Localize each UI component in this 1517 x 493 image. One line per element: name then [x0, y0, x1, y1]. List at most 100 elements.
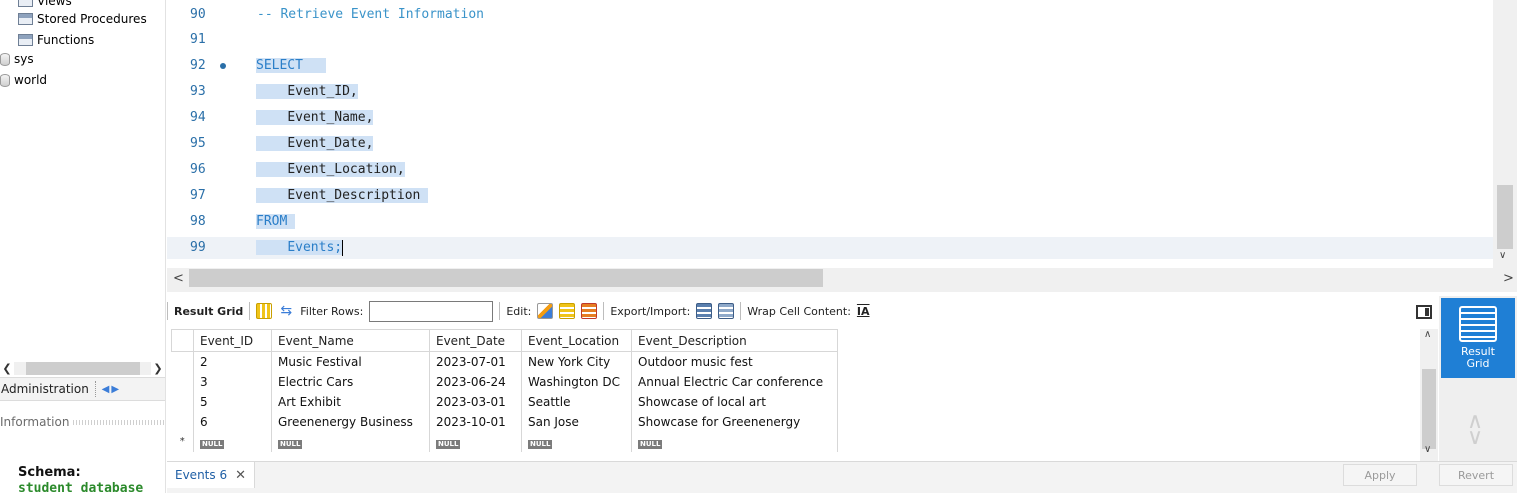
- cell-event-description[interactable]: Showcase of local art: [631, 391, 838, 412]
- cell-null[interactable]: NULL: [521, 431, 632, 452]
- chevron-up-icon[interactable]: ∧: [1424, 329, 1431, 340]
- table-row-new[interactable]: * NULL NULL NULL NULL NULL: [171, 431, 838, 452]
- close-icon[interactable]: ✕: [235, 468, 246, 483]
- scroll-thumb[interactable]: [189, 269, 823, 287]
- cell-event-date[interactable]: 2023-07-01: [429, 351, 522, 372]
- grid-vertical-scrollbar[interactable]: ∧ ∨: [1420, 329, 1438, 461]
- scroll-thumb[interactable]: [1497, 185, 1513, 249]
- edit-pencil-icon[interactable]: [537, 303, 554, 319]
- cell-event-name[interactable]: Music Festival: [271, 351, 430, 372]
- scroll-thumb[interactable]: [1422, 369, 1436, 449]
- revert-button[interactable]: Revert: [1439, 464, 1513, 486]
- arrow-right-icon[interactable]: ▶: [111, 384, 119, 395]
- cell-event-description[interactable]: Outdoor music fest: [631, 351, 838, 372]
- selection-indent: [256, 84, 288, 99]
- toolbar-separator: [499, 302, 501, 320]
- editor-vertical-scrollbar[interactable]: ∨: [1493, 0, 1517, 268]
- add-row-icon[interactable]: [559, 303, 576, 319]
- cell-event-name[interactable]: Electric Cars: [271, 371, 430, 392]
- result-grid-side-button[interactable]: Result Grid: [1441, 298, 1515, 378]
- filter-rows-label: Filter Rows:: [300, 304, 364, 318]
- delete-row-icon[interactable]: [581, 303, 598, 319]
- cell-event-date[interactable]: 2023-06-24: [429, 371, 522, 392]
- cell-event-id[interactable]: 5: [193, 391, 272, 412]
- column-grid-icon[interactable]: [256, 303, 273, 319]
- column-header-event-name[interactable]: Event_Name: [271, 329, 430, 352]
- line-number: 98: [190, 214, 206, 229]
- cell-event-location[interactable]: San Jose: [521, 411, 632, 432]
- wrap-text-icon[interactable]: IA: [857, 305, 870, 318]
- cell-event-id[interactable]: 3: [193, 371, 272, 392]
- tree-item-stored-procedures[interactable]: Stored Procedures: [18, 12, 147, 26]
- tree-item-functions[interactable]: Functions: [18, 33, 94, 47]
- chevron-right-icon[interactable]: >: [1503, 271, 1514, 286]
- chevron-left-icon[interactable]: <: [173, 271, 184, 286]
- cell-event-date[interactable]: 2023-10-01: [429, 411, 522, 432]
- cell-event-id[interactable]: 6: [193, 411, 272, 432]
- row-gutter[interactable]: [171, 371, 194, 392]
- tree-item-views[interactable]: Views: [18, 0, 72, 8]
- column-header-event-location[interactable]: Event_Location: [521, 329, 632, 352]
- selection-indent: [256, 136, 288, 151]
- filter-rows-input[interactable]: [369, 300, 494, 322]
- tree-item-world[interactable]: world: [0, 73, 47, 87]
- cell-event-date[interactable]: 2023-03-01: [429, 391, 522, 412]
- information-label: Information: [0, 415, 70, 429]
- table-row[interactable]: 2 Music Festival 2023-07-01 New York Cit…: [171, 351, 838, 372]
- scroll-right-icon[interactable]: ❯: [151, 362, 165, 375]
- new-row-marker[interactable]: *: [171, 431, 194, 452]
- scroll-panel-chevrons-icon[interactable]: ∧ ∨: [1467, 411, 1483, 449]
- cell-null[interactable]: NULL: [631, 431, 838, 452]
- editor-line: 91: [167, 29, 1493, 51]
- table-row[interactable]: 3 Electric Cars 2023-06-24 Washington DC…: [171, 371, 838, 392]
- export-icon[interactable]: [696, 303, 713, 319]
- statement-marker-icon: [220, 63, 226, 69]
- editor-line: 93 Event_ID,: [167, 81, 1493, 103]
- scroll-track[interactable]: [14, 361, 151, 375]
- row-gutter[interactable]: [171, 411, 194, 432]
- column-header-event-description[interactable]: Event_Description: [631, 329, 838, 352]
- cell-event-description[interactable]: Showcase for Greenenergy: [631, 411, 838, 432]
- cell-event-name[interactable]: Art Exhibit: [271, 391, 430, 412]
- chevron-down-icon[interactable]: ∨: [1499, 250, 1506, 261]
- chevron-down-icon[interactable]: ∨: [1424, 444, 1431, 455]
- result-grid-label[interactable]: Result Grid: [174, 305, 243, 318]
- code-text: Event_Description: [287, 188, 421, 203]
- column-header-event-date[interactable]: Event_Date: [429, 329, 522, 352]
- table-row[interactable]: 5 Art Exhibit 2023-03-01 Seattle Showcas…: [171, 391, 838, 412]
- row-gutter[interactable]: [171, 351, 194, 372]
- apply-button[interactable]: Apply: [1343, 464, 1417, 486]
- table-row[interactable]: 6 Greenenergy Business 2023-10-01 San Jo…: [171, 411, 838, 432]
- line-number: 97: [190, 188, 206, 203]
- cell-null[interactable]: NULL: [193, 431, 272, 452]
- cell-event-location[interactable]: Seattle: [521, 391, 632, 412]
- column-header-event-id[interactable]: Event_ID: [193, 329, 272, 352]
- selection-indent: [256, 240, 288, 255]
- sql-editor[interactable]: 90 -- Retrieve Event Information 91 92 S…: [167, 0, 1517, 268]
- null-badge: NULL: [638, 439, 663, 449]
- tab-events[interactable]: Events 6 ✕: [167, 462, 255, 488]
- editor-horizontal-scrollbar[interactable]: < >: [167, 268, 1517, 292]
- information-header[interactable]: Information: [0, 411, 165, 433]
- cell-null[interactable]: NULL: [429, 431, 522, 452]
- import-icon[interactable]: [718, 303, 735, 319]
- editor-line: 92 SELECT: [167, 55, 1493, 77]
- refresh-icon[interactable]: ⇆: [278, 303, 294, 319]
- grid-header-row: Event_ID Event_Name Event_Date Event_Loc…: [171, 329, 838, 352]
- cell-null[interactable]: NULL: [271, 431, 430, 452]
- line-number: 94: [190, 110, 206, 125]
- cell-event-location[interactable]: New York City: [521, 351, 632, 372]
- cell-event-id[interactable]: 2: [193, 351, 272, 372]
- scroll-left-icon[interactable]: ❮: [0, 362, 14, 375]
- row-gutter[interactable]: [171, 391, 194, 412]
- scroll-thumb[interactable]: [26, 361, 140, 375]
- cell-event-name[interactable]: Greenenergy Business: [271, 411, 430, 432]
- cell-event-description[interactable]: Annual Electric Car conference: [631, 371, 838, 392]
- arrow-left-icon[interactable]: ◀: [102, 384, 110, 395]
- cell-event-location[interactable]: Washington DC: [521, 371, 632, 392]
- null-badge: NULL: [436, 439, 461, 449]
- navigator-horizontal-scrollbar[interactable]: ❮ ❯: [0, 360, 165, 376]
- tab-administration[interactable]: Administration: [1, 382, 89, 396]
- toggle-panel-icon[interactable]: [1416, 305, 1432, 319]
- tree-item-sys[interactable]: sys: [0, 52, 34, 66]
